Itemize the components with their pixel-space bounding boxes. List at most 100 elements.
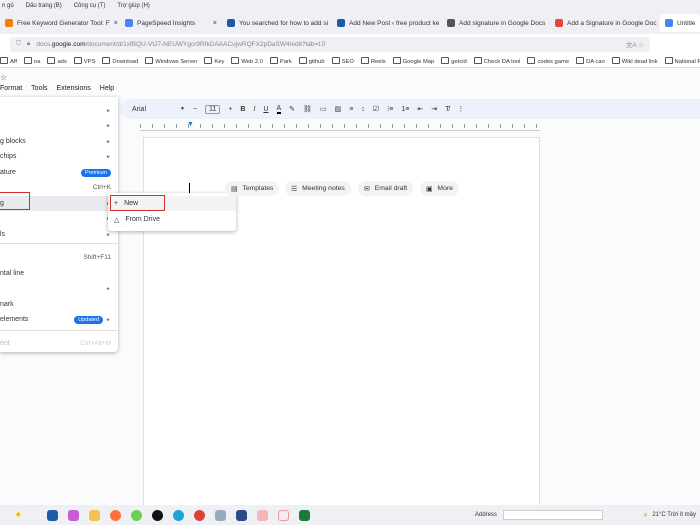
browser-menu-item[interactable]: Công cụ (T)	[74, 3, 106, 9]
docs-menu-item[interactable]: Tools	[31, 85, 47, 92]
link-icon[interactable]: ⛓	[303, 105, 312, 113]
firefox-icon[interactable]	[110, 509, 122, 521]
menu-item[interactable]: Shift+F11	[0, 250, 118, 265]
chip-more[interactable]: ▣ More	[420, 181, 459, 196]
menu-item[interactable]: ►	[0, 103, 118, 118]
chip-meeting-notes[interactable]: ☰ Meeting notes	[285, 181, 351, 196]
menu-item[interactable]: nark	[0, 297, 118, 312]
browser-tab[interactable]: Add a Signature in Google Doc×	[550, 14, 660, 32]
chrome-icon[interactable]	[194, 509, 206, 521]
store-icon[interactable]	[47, 509, 59, 521]
bookmark[interactable]: Windows Server	[145, 57, 197, 65]
browser-menu-item[interactable]: Trợ giúp (H)	[117, 3, 149, 9]
bookmark[interactable]: Google Map	[393, 57, 435, 65]
text-color-button[interactable]: A	[276, 105, 282, 114]
bookmark[interactable]: Park	[270, 57, 292, 65]
menu-item[interactable]: chips ►	[0, 149, 118, 164]
bullet-list-icon[interactable]: ⁝≡	[387, 105, 393, 113]
browser-menu-item[interactable]: Dấu trang (B)	[26, 3, 62, 9]
bookmark[interactable]: Check DA tool	[474, 57, 521, 65]
app-icon[interactable]	[131, 509, 143, 521]
app-icon[interactable]	[257, 509, 269, 521]
docs-menu-item[interactable]: Help	[100, 85, 114, 92]
shortcut: Ctrl+Alt+M	[80, 340, 111, 347]
bookmark[interactable]: codes game	[527, 57, 569, 65]
address-input[interactable]	[502, 510, 603, 520]
chevron-right-icon: ►	[106, 122, 111, 129]
tiktok-icon[interactable]	[152, 509, 164, 521]
star-icon[interactable]: ☆	[0, 73, 7, 82]
increase-size-button[interactable]: +	[228, 106, 232, 113]
menu-item-label: elements	[0, 316, 29, 323]
address-bar[interactable]: ⛉ 🔒︎ docs.google.com/document/d/1xfBQU-V…	[10, 36, 650, 52]
menu-item[interactable]: ►	[0, 118, 118, 133]
tab-title: Untitle	[677, 19, 696, 27]
app-icon[interactable]	[215, 509, 227, 521]
close-icon[interactable]: ×	[213, 20, 217, 27]
bookmark[interactable]: Key	[204, 57, 224, 65]
shield-app-icon[interactable]	[236, 509, 248, 521]
bookmark[interactable]: Wiki dead link	[612, 57, 658, 65]
chip-templates[interactable]: ▤ Templates	[225, 181, 280, 196]
copilot-icon[interactable]: ✦	[14, 510, 22, 521]
bookmark[interactable]: DA cao	[576, 57, 605, 65]
browser-tab[interactable]: You searched for how to add si×	[222, 14, 332, 32]
bookmark[interactable]: Download	[102, 57, 138, 65]
excel-icon[interactable]	[299, 509, 311, 521]
comment-icon[interactable]: ▭	[320, 105, 327, 113]
menu-item[interactable]: elements Updated ►	[0, 312, 118, 327]
copilot-app-icon[interactable]	[68, 509, 80, 521]
align-icon[interactable]: ≡	[349, 106, 353, 113]
bookmark[interactable]: SEO	[332, 57, 354, 65]
bookmark[interactable]: Web 2.0	[231, 57, 262, 65]
app-icon[interactable]	[278, 509, 290, 521]
bookmark[interactable]: VPS	[74, 57, 96, 65]
docs-menu-item[interactable]: Format	[0, 85, 22, 92]
indent-icon[interactable]: ⇤	[417, 105, 423, 113]
image-icon[interactable]: ▨	[335, 105, 342, 113]
menu-item[interactable]: g blocks ►	[0, 134, 118, 149]
translate-icon[interactable]: 文A ☆	[626, 39, 644, 49]
numbered-list-icon[interactable]: 1≡	[401, 106, 409, 113]
submenu-item-from-drive[interactable]: △ From Drive	[108, 212, 236, 227]
menu-item[interactable]: ►	[0, 211, 118, 226]
menu-item[interactable]: ature Premium	[0, 165, 118, 180]
bookmark[interactable]: github	[299, 57, 325, 65]
italic-button[interactable]: I	[253, 106, 255, 113]
bookmark[interactable]: getcid	[441, 57, 466, 65]
checklist-icon[interactable]: ☑	[373, 105, 379, 113]
browser-tab[interactable]: Free Keyword Generator Tool: F ×	[0, 14, 120, 32]
ruler[interactable]: ▼	[140, 121, 540, 131]
bookmark[interactable]: Aff	[0, 57, 17, 65]
weather-icon: ☀	[642, 512, 649, 519]
menu-item[interactable]: ntal line	[0, 266, 118, 281]
font-select[interactable]: Arial	[132, 106, 172, 113]
folder-icon[interactable]	[89, 509, 101, 521]
browser-tab[interactable]: PageSpeed Insights ×	[120, 14, 222, 32]
docs-menu-item[interactable]: Extensions	[57, 85, 91, 92]
bold-button[interactable]: B	[240, 106, 245, 113]
close-icon[interactable]: ×	[114, 20, 118, 27]
indent-more-icon[interactable]: ⇥	[431, 105, 437, 113]
edge-icon[interactable]	[173, 509, 185, 521]
clear-format-icon[interactable]: T̸	[445, 106, 449, 113]
chip-email-draft[interactable]: ✉ Email draft	[358, 181, 414, 196]
line-spacing-icon[interactable]: ↕	[361, 106, 365, 113]
bookmark[interactable]: ads	[47, 57, 66, 65]
url-path: /document/d/1xfBQU-VtJ7-NEUWYgcr9RfkDAAA…	[85, 40, 326, 48]
more-icon[interactable]: ⋮	[457, 105, 464, 113]
browser-tab[interactable]: Add New Post ‹ free product ke×	[332, 14, 442, 32]
highlight-icon[interactable]: ✎	[289, 105, 295, 113]
browser-menu-item[interactable]: n gủ	[2, 3, 14, 9]
chip-label: Templates	[242, 185, 274, 192]
decrease-size-button[interactable]: −	[193, 106, 197, 113]
underline-button[interactable]: U	[263, 106, 268, 113]
browser-tab[interactable]: Add signature in Google Docs×	[442, 14, 550, 32]
menu-item[interactable]: ls ►	[0, 227, 118, 242]
bookmark[interactable]: Reels	[361, 57, 386, 65]
bookmark[interactable]: na	[24, 57, 40, 65]
browser-tab[interactable]: Untitle	[660, 14, 700, 32]
bookmark[interactable]: National Parks	[665, 57, 700, 65]
menu-item[interactable]: ►	[0, 281, 118, 296]
font-size-input[interactable]: 11	[205, 104, 221, 114]
